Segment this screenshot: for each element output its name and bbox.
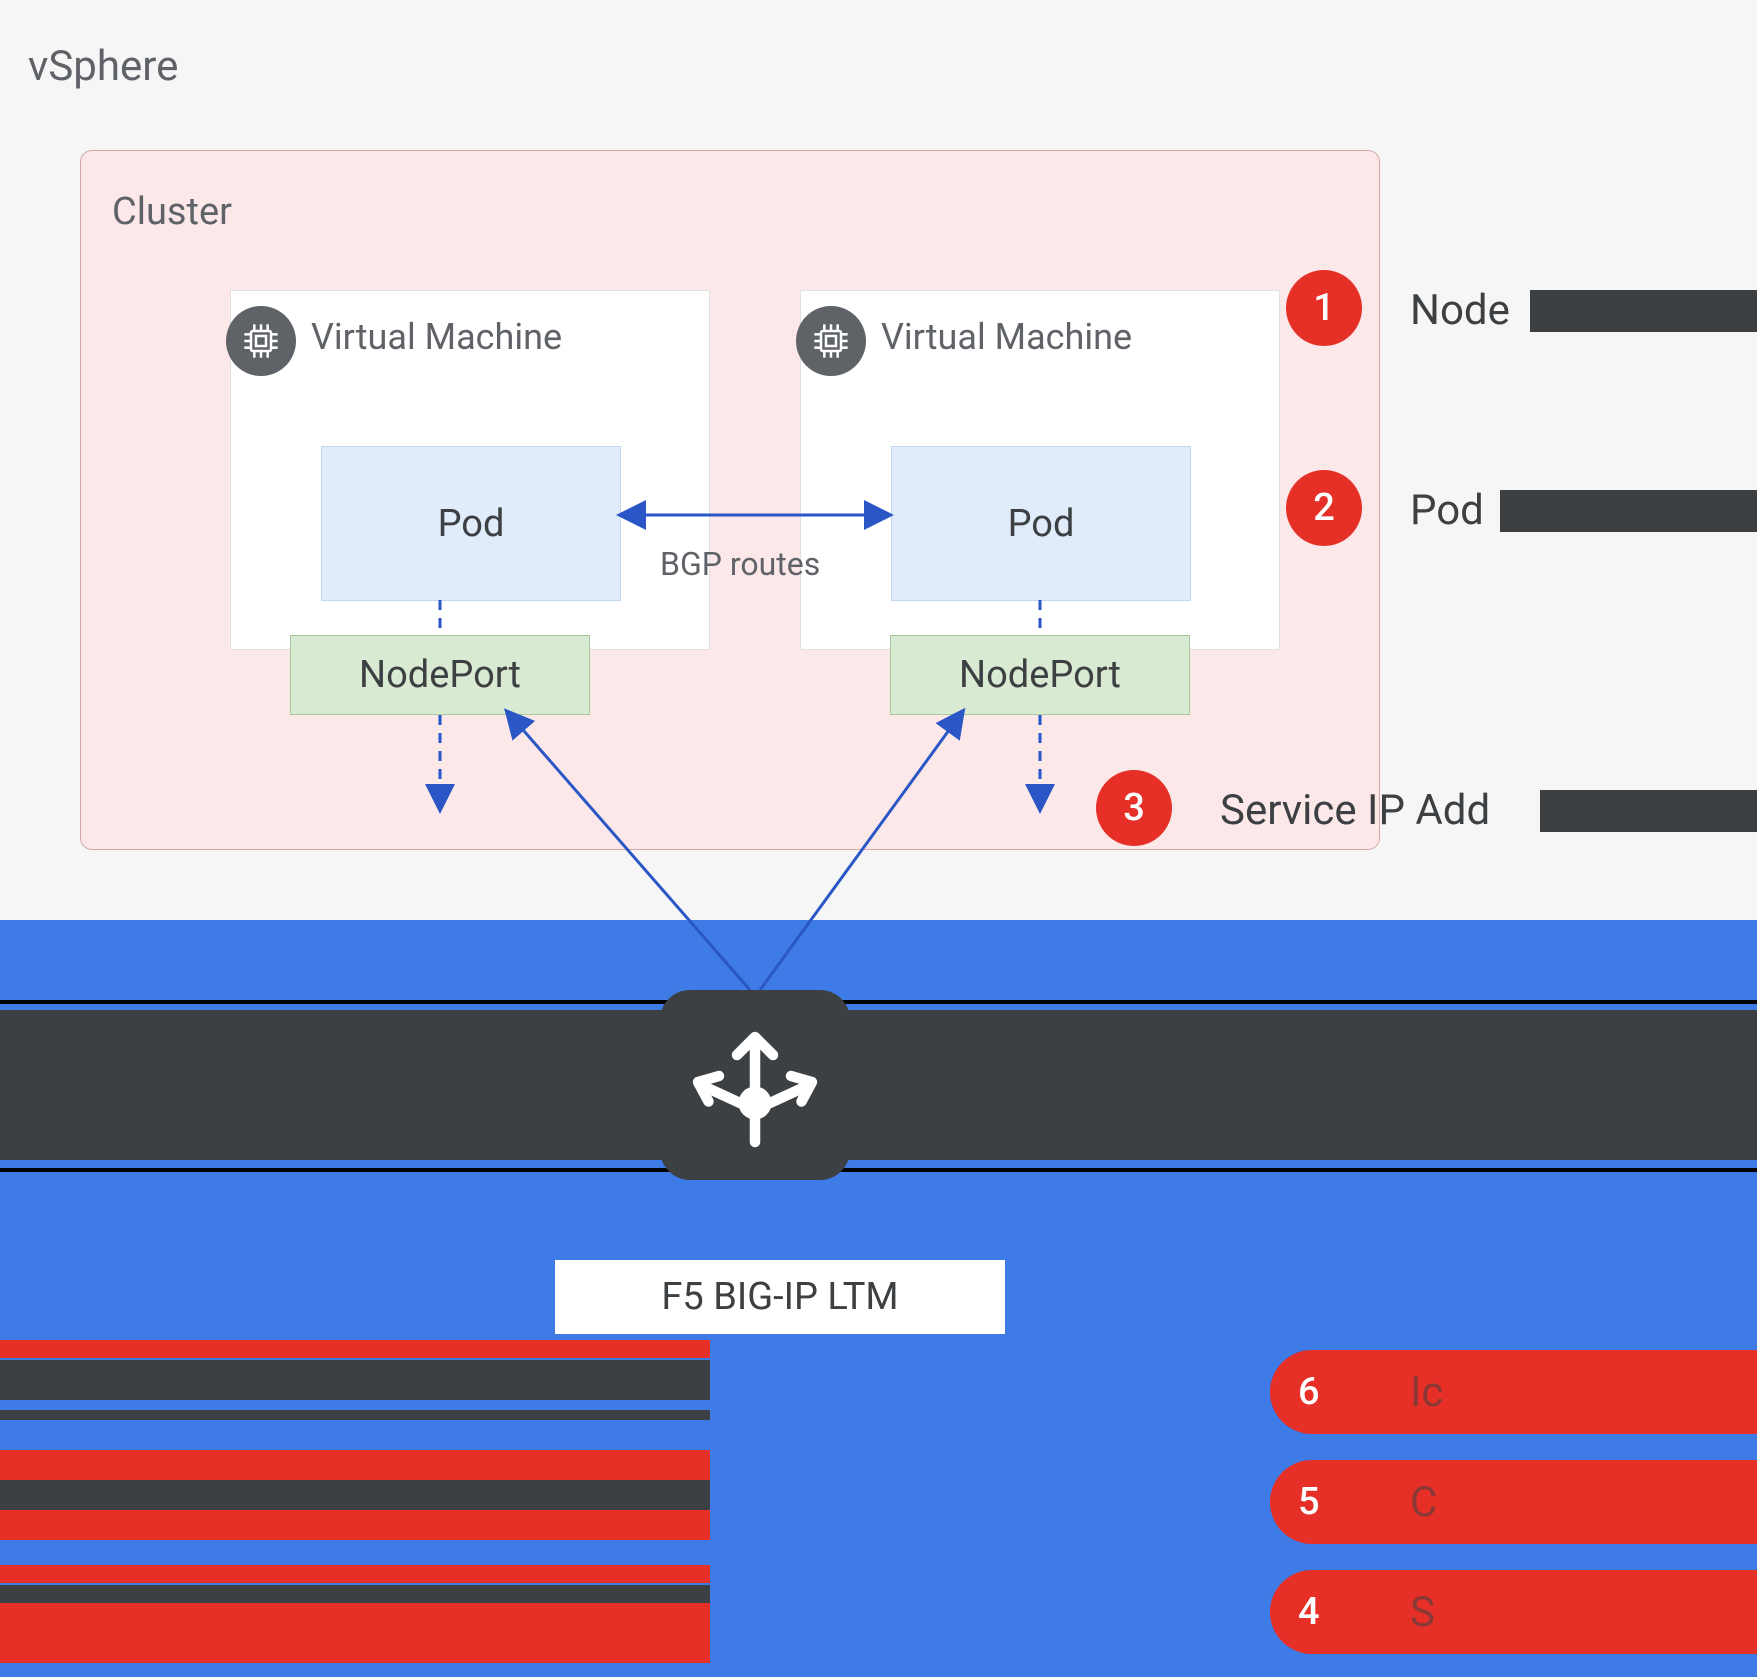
badge-number: 2 bbox=[1313, 486, 1335, 530]
annotation-text-2: Pod bbox=[1410, 486, 1484, 535]
annotation-text-1: Node bbox=[1410, 286, 1510, 335]
stripe bbox=[0, 1340, 710, 1358]
annotation-badge-4: 4 bbox=[1270, 1574, 1390, 1650]
stripe bbox=[0, 1510, 710, 1540]
annotation-badge-3: 3 bbox=[1096, 770, 1172, 846]
vsphere-label: vSphere bbox=[28, 42, 178, 91]
stripe bbox=[0, 1450, 710, 1480]
vm-label-1: Virtual Machine bbox=[311, 316, 562, 358]
annotation-overlay bbox=[1540, 790, 1757, 832]
stripe bbox=[0, 1585, 710, 1603]
cluster-label: Cluster bbox=[112, 190, 232, 234]
stripe bbox=[0, 1480, 710, 1510]
annotation-text-5: C bbox=[1410, 1478, 1437, 1527]
badge-number: 5 bbox=[1298, 1480, 1320, 1524]
divider bbox=[0, 1168, 1757, 1172]
pod-box-2: Pod bbox=[891, 446, 1191, 601]
badge-number: 4 bbox=[1298, 1590, 1320, 1634]
stripe bbox=[0, 1410, 710, 1420]
nodeport-box-1: NodePort bbox=[290, 635, 590, 715]
vm-box-2: Virtual Machine Pod bbox=[800, 290, 1280, 650]
annotation-text-3: Service IP Add bbox=[1220, 786, 1490, 835]
annotation-badge-1: 1 bbox=[1286, 270, 1362, 346]
vm-box-1: Virtual Machine Pod bbox=[230, 290, 710, 650]
badge-number: 3 bbox=[1123, 786, 1145, 830]
vm-label-2: Virtual Machine bbox=[881, 316, 1132, 358]
stripe bbox=[0, 1565, 710, 1583]
stripe bbox=[0, 1603, 710, 1663]
annotation-overlay bbox=[1500, 490, 1757, 532]
nodeport-box-2: NodePort bbox=[890, 635, 1190, 715]
annotation-badge-2: 2 bbox=[1286, 470, 1362, 546]
annotation-text-4: S bbox=[1410, 1588, 1435, 1637]
stripe bbox=[0, 1360, 710, 1400]
divider bbox=[0, 1000, 1757, 1004]
load-balancer-label: F5 BIG-IP LTM bbox=[555, 1260, 1005, 1334]
badge-number: 1 bbox=[1313, 286, 1335, 330]
pod-box-1: Pod bbox=[321, 446, 621, 601]
annotation-badge-5: 5 bbox=[1270, 1464, 1390, 1540]
load-balancer-icon bbox=[660, 990, 850, 1180]
annotation-text-6: Ic bbox=[1410, 1368, 1443, 1417]
cpu-chip-icon bbox=[226, 306, 296, 376]
lb-band bbox=[0, 1010, 1757, 1160]
annotation-overlay bbox=[1530, 290, 1757, 332]
diagram-canvas: vSphere Cluster Virtual Machine Pod Virt… bbox=[0, 0, 1757, 1677]
badge-number: 6 bbox=[1298, 1370, 1320, 1414]
annotation-badge-6: 6 bbox=[1270, 1354, 1390, 1430]
bgp-routes-label: BGP routes bbox=[660, 545, 820, 583]
cpu-chip-icon bbox=[796, 306, 866, 376]
